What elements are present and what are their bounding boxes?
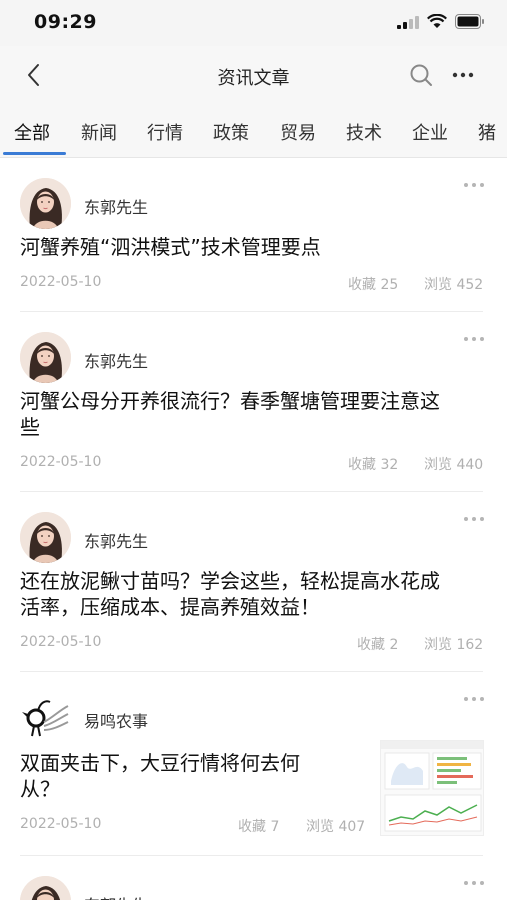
article-title[interactable]: 还在放泥鳅寸苗吗？学会这些，轻松提高水花成 活率，压缩成本、提高养殖效益！ [20,568,440,620]
author-name[interactable]: 东郭先生 [84,528,148,552]
avatar-woman-icon [20,876,71,900]
article-title-line: 双面夹击下，大豆行情将何去何 [20,751,300,775]
tab-technology[interactable]: 技术 [346,119,382,145]
article-date: 2022-05-10 [20,274,102,290]
author-name[interactable]: 东郭先生 [84,348,148,372]
article-card[interactable]: 东郭先生 河蟹公母分开养很流行？春季蟹塘管理要注意这 些 2022-05-10 … [0,312,507,492]
author-name[interactable]: 东郭先生 [84,194,148,218]
favorite-count: 收藏 2 [357,637,399,653]
tab-enterprise[interactable]: 企业 [412,119,448,145]
tab-trade[interactable]: 贸易 [280,119,316,145]
article-card[interactable]: 东郭先生 [0,856,507,900]
search-button[interactable] [406,60,436,90]
article-card[interactable]: 东郭先生 还在放泥鳅寸苗吗？学会这些，轻松提高水花成 活率，压缩成本、提高养殖效… [0,492,507,672]
battery-icon [455,14,484,29]
favorite-count: 收藏 32 [348,457,399,473]
more-button[interactable] [446,60,480,90]
bird-logo-icon [20,692,71,743]
tab-market[interactable]: 行情 [147,119,183,145]
author-avatar[interactable] [20,512,71,563]
article-title-line: 活率，压缩成本、提高养殖效益！ [20,595,320,619]
author-name[interactable]: 东郭先生 [84,892,148,900]
signal-icon [397,15,419,29]
view-count: 浏览 440 [424,457,484,473]
article-title-line: 从？ [20,777,60,801]
category-tabs: 全部 新闻 行情 政策 贸易 技术 企业 猪 [0,104,507,158]
article-more-button[interactable] [460,332,488,346]
favorite-count: 收藏 7 [238,819,280,835]
author-avatar[interactable] [20,876,71,900]
active-tab-indicator [3,152,66,155]
article-title[interactable]: 河蟹公母分开养很流行？春季蟹塘管理要注意这 些 [20,388,440,440]
status-time: 09:29 [34,11,97,33]
nav-bar: 资讯文章 [0,46,507,104]
more-horizontal-icon [452,72,474,78]
article-more-button[interactable] [460,692,488,706]
avatar-woman-icon [20,512,71,563]
view-count: 浏览 452 [424,277,484,293]
article-title[interactable]: 双面夹击下，大豆行情将何去何 从？ [20,750,360,802]
favorite-count: 收藏 25 [348,277,399,293]
author-avatar[interactable] [20,332,71,383]
article-more-button[interactable] [460,876,488,890]
tab-news[interactable]: 新闻 [81,119,117,145]
article-title-line: 些 [20,415,40,439]
avatar-woman-icon [20,178,71,229]
article-more-button[interactable] [460,512,488,526]
article-date: 2022-05-10 [20,634,102,650]
view-count: 浏览 407 [306,819,366,835]
article-date: 2022-05-10 [20,454,102,470]
author-avatar[interactable] [20,178,71,229]
avatar-woman-icon [20,332,71,383]
article-more-button[interactable] [460,178,488,192]
author-name[interactable]: 易鸣农事 [84,708,148,732]
status-bar: 09:29 [0,0,507,46]
status-icons [397,14,485,29]
article-title-line: 河蟹公母分开养很流行？春季蟹塘管理要注意这 [20,389,440,413]
chart-thumbnail-icon [381,741,483,832]
article-card[interactable]: 东郭先生 河蟹养殖“泗洪模式”技术管理要点 2022-05-10 收藏 25 浏… [0,158,507,312]
tab-pig[interactable]: 猪 [478,119,496,145]
wifi-icon [427,14,447,28]
article-title[interactable]: 河蟹养殖“泗洪模式”技术管理要点 [20,234,321,260]
search-icon [410,64,432,86]
author-avatar[interactable] [20,692,71,743]
tab-all[interactable]: 全部 [14,119,50,145]
article-date: 2022-05-10 [20,816,102,832]
article-thumbnail-image[interactable] [380,740,484,836]
view-count: 浏览 162 [424,637,484,653]
tab-policy[interactable]: 政策 [213,119,249,145]
article-title-line: 河蟹养殖“泗洪模式”技术管理要点 [20,235,321,259]
article-title-line: 还在放泥鳅寸苗吗？学会这些，轻松提高水花成 [20,569,440,593]
